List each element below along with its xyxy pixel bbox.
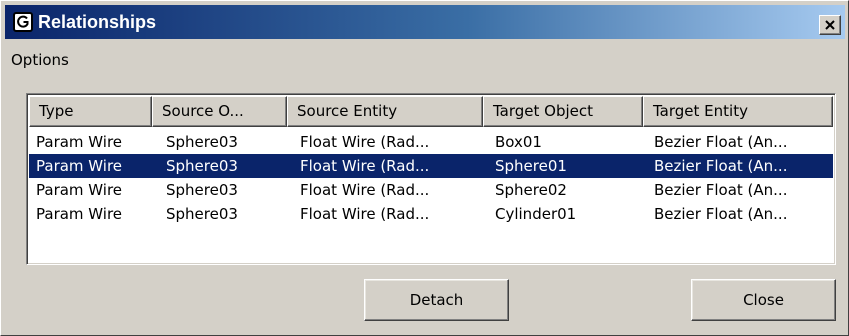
column-header-source-object[interactable]: Source O... xyxy=(152,96,287,127)
menu-options[interactable]: Options xyxy=(11,51,69,69)
column-header-target-entity[interactable]: Target Entity xyxy=(643,96,833,127)
cell-source-object: Sphere03 xyxy=(166,133,238,151)
cell-target-entity: Bezier Float (An... xyxy=(654,205,788,223)
menu-bar: Options xyxy=(5,41,845,69)
cell-source-object: Sphere03 xyxy=(166,157,238,175)
cell-source-entity: Float Wire (Rad... xyxy=(300,133,430,151)
cell-source-entity: Float Wire (Rad... xyxy=(300,157,430,175)
table-row[interactable]: Param Wire Sphere03 Float Wire (Rad... B… xyxy=(29,130,833,154)
cell-target-entity: Bezier Float (An... xyxy=(654,157,788,175)
cell-target-object: Cylinder01 xyxy=(495,205,577,223)
close-button[interactable]: Close xyxy=(691,279,836,321)
cell-type: Param Wire xyxy=(36,133,123,151)
cell-target-entity: Bezier Float (An... xyxy=(654,181,788,199)
title-bar[interactable]: Relationships xyxy=(5,5,845,39)
cell-target-entity: Bezier Float (An... xyxy=(654,133,788,151)
relationships-list[interactable]: Type Source O... Source Entity Target Ob… xyxy=(26,93,836,265)
close-icon xyxy=(825,20,835,30)
relationships-dialog: Relationships Options Type Source O... S… xyxy=(0,0,849,336)
app-logo-icon xyxy=(13,12,33,32)
column-header-target-object[interactable]: Target Object xyxy=(483,96,643,127)
table-row[interactable]: Param Wire Sphere03 Float Wire (Rad... C… xyxy=(29,202,833,226)
cell-type: Param Wire xyxy=(36,181,123,199)
list-rows: Param Wire Sphere03 Float Wire (Rad... B… xyxy=(29,130,833,226)
cell-target-object: Sphere01 xyxy=(495,157,567,175)
cell-target-object: Sphere02 xyxy=(495,181,567,199)
column-header-source-entity[interactable]: Source Entity xyxy=(287,96,483,127)
cell-source-object: Sphere03 xyxy=(166,205,238,223)
table-row-selected[interactable]: Param Wire Sphere03 Float Wire (Rad... S… xyxy=(29,154,833,178)
cell-source-object: Sphere03 xyxy=(166,181,238,199)
cell-type: Param Wire xyxy=(36,157,123,175)
list-header: Type Source O... Source Entity Target Ob… xyxy=(29,96,833,127)
cell-source-entity: Float Wire (Rad... xyxy=(300,205,430,223)
cell-source-entity: Float Wire (Rad... xyxy=(300,181,430,199)
cell-type: Param Wire xyxy=(36,205,123,223)
column-header-type[interactable]: Type xyxy=(29,96,152,127)
cell-target-object: Box01 xyxy=(495,133,542,151)
close-window-button[interactable] xyxy=(819,15,841,35)
window-title: Relationships xyxy=(38,12,157,32)
detach-button[interactable]: Detach xyxy=(364,279,509,321)
table-row[interactable]: Param Wire Sphere03 Float Wire (Rad... S… xyxy=(29,178,833,202)
